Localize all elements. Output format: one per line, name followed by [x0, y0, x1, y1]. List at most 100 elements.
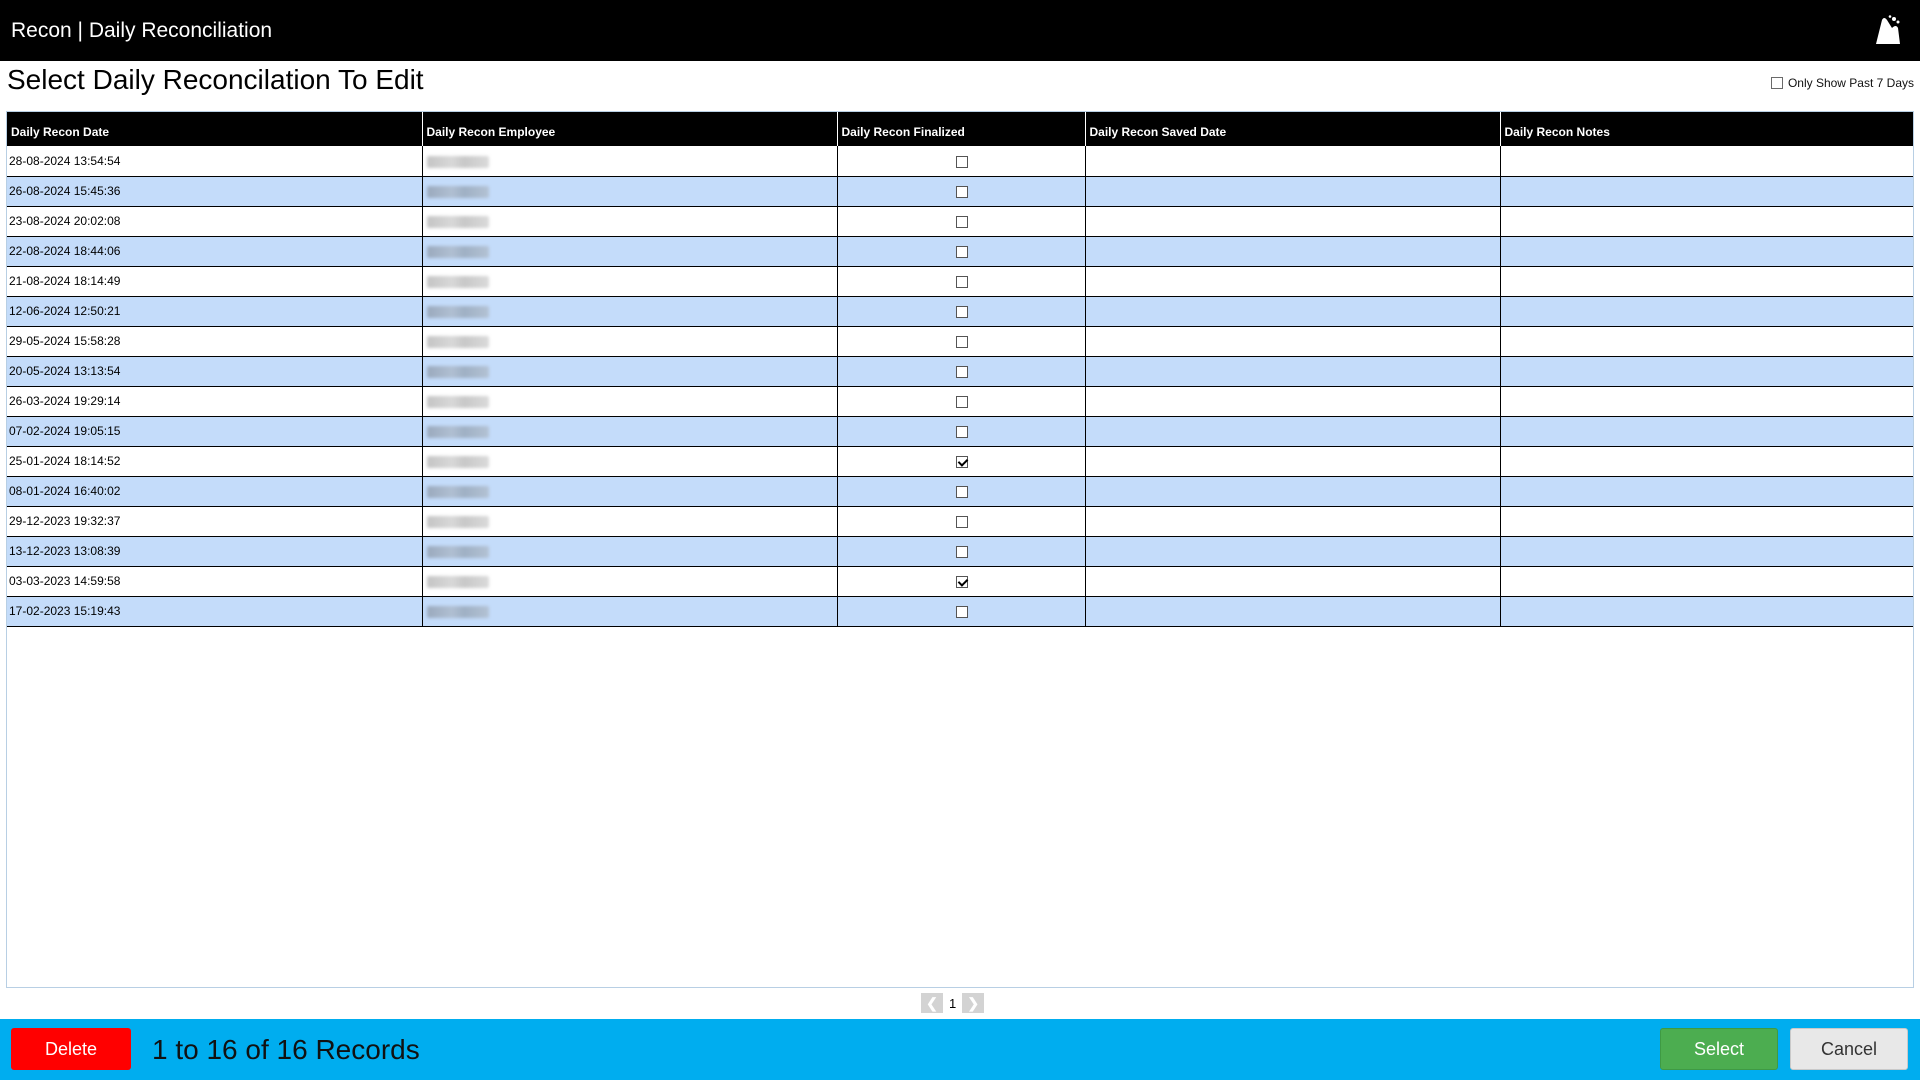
recon-employee-cell[interactable]	[422, 446, 838, 477]
table-row[interactable]: 23-08-2024 20:02:08	[7, 206, 1913, 237]
recon-employee-cell[interactable]	[422, 206, 838, 237]
recon-notes-cell[interactable]	[1500, 566, 1913, 597]
finalized-checkbox[interactable]	[956, 395, 968, 408]
finalized-checkbox[interactable]	[956, 425, 968, 438]
finalized-checkbox[interactable]	[956, 545, 968, 558]
finalized-checkbox[interactable]	[956, 185, 968, 198]
delete-button[interactable]: Delete	[11, 1028, 131, 1070]
recon-employee-cell[interactable]	[422, 266, 838, 297]
recon-saved-date-cell[interactable]	[1085, 416, 1501, 447]
recon-date-cell[interactable]: 20-05-2024 13:13:54	[7, 356, 423, 387]
finalized-checkbox[interactable]	[956, 605, 968, 618]
recon-finalized-cell[interactable]	[837, 236, 1086, 267]
table-row[interactable]: 26-03-2024 19:29:14	[7, 386, 1913, 417]
finalized-checkbox[interactable]	[956, 155, 968, 168]
chevron-left-icon[interactable]: ❮	[921, 993, 943, 1013]
recon-employee-cell[interactable]	[422, 146, 838, 177]
recon-date-cell[interactable]: 29-12-2023 19:32:37	[7, 506, 423, 537]
recon-notes-cell[interactable]	[1500, 476, 1913, 507]
recon-employee-cell[interactable]	[422, 596, 838, 627]
recon-notes-cell[interactable]	[1500, 536, 1913, 567]
recon-saved-date-cell[interactable]	[1085, 206, 1501, 237]
column-header[interactable]: Daily Recon Notes	[1500, 112, 1913, 146]
recon-date-cell[interactable]: 22-08-2024 18:44:06	[7, 236, 423, 267]
column-header[interactable]: Daily Recon Finalized	[837, 112, 1086, 146]
recon-date-cell[interactable]: 12-06-2024 12:50:21	[7, 296, 423, 327]
recon-employee-cell[interactable]	[422, 536, 838, 567]
recon-saved-date-cell[interactable]	[1085, 386, 1501, 417]
recon-finalized-cell[interactable]	[837, 146, 1086, 177]
recon-date-cell[interactable]: 21-08-2024 18:14:49	[7, 266, 423, 297]
recon-date-cell[interactable]: 07-02-2024 19:05:15	[7, 416, 423, 447]
chevron-right-icon[interactable]: ❯	[962, 993, 985, 1013]
cancel-button[interactable]: Cancel	[1790, 1028, 1908, 1070]
recon-employee-cell[interactable]	[422, 356, 838, 387]
recon-saved-date-cell[interactable]	[1085, 266, 1501, 297]
recon-date-cell[interactable]: 26-08-2024 15:45:36	[7, 176, 423, 207]
column-header[interactable]: Daily Recon Employee	[422, 112, 838, 146]
recon-notes-cell[interactable]	[1500, 506, 1913, 537]
recon-saved-date-cell[interactable]	[1085, 506, 1501, 537]
recon-finalized-cell[interactable]	[837, 206, 1086, 237]
recon-saved-date-cell[interactable]	[1085, 236, 1501, 267]
recon-date-cell[interactable]: 26-03-2024 19:29:14	[7, 386, 423, 417]
recon-date-cell[interactable]: 23-08-2024 20:02:08	[7, 206, 423, 237]
column-header[interactable]: Daily Recon Date	[7, 112, 423, 146]
recon-finalized-cell[interactable]	[837, 356, 1086, 387]
recon-notes-cell[interactable]	[1500, 386, 1913, 417]
recon-employee-cell[interactable]	[422, 506, 838, 537]
recon-finalized-cell[interactable]	[837, 446, 1086, 477]
past-7-days-filter[interactable]: Only Show Past 7 Days	[1770, 76, 1914, 90]
table-row[interactable]: 13-12-2023 13:08:39	[7, 536, 1913, 567]
recon-finalized-cell[interactable]	[837, 266, 1086, 297]
recon-finalized-cell[interactable]	[837, 416, 1086, 447]
page-number[interactable]: 1	[949, 996, 956, 1011]
finalized-checkbox[interactable]	[956, 515, 968, 528]
recon-saved-date-cell[interactable]	[1085, 296, 1501, 327]
recon-date-cell[interactable]: 25-01-2024 18:14:52	[7, 446, 423, 477]
finalized-checkbox[interactable]	[956, 455, 968, 468]
recon-notes-cell[interactable]	[1500, 176, 1913, 207]
recon-notes-cell[interactable]	[1500, 446, 1913, 477]
recon-notes-cell[interactable]	[1500, 266, 1913, 297]
recon-date-cell[interactable]: 13-12-2023 13:08:39	[7, 536, 423, 567]
recon-notes-cell[interactable]	[1500, 206, 1913, 237]
table-row[interactable]: 07-02-2024 19:05:15	[7, 416, 1913, 447]
recon-notes-cell[interactable]	[1500, 296, 1913, 327]
recon-date-cell[interactable]: 29-05-2024 15:58:28	[7, 326, 423, 357]
recon-employee-cell[interactable]	[422, 476, 838, 507]
table-row[interactable]: 26-08-2024 15:45:36	[7, 176, 1913, 207]
recon-finalized-cell[interactable]	[837, 476, 1086, 507]
recon-employee-cell[interactable]	[422, 236, 838, 267]
table-row[interactable]: 29-05-2024 15:58:28	[7, 326, 1913, 357]
recon-finalized-cell[interactable]	[837, 566, 1086, 597]
table-row[interactable]: 12-06-2024 12:50:21	[7, 296, 1913, 327]
recon-saved-date-cell[interactable]	[1085, 536, 1501, 567]
recon-finalized-cell[interactable]	[837, 176, 1086, 207]
recon-employee-cell[interactable]	[422, 326, 838, 357]
table-row[interactable]: 17-02-2023 15:19:43	[7, 596, 1913, 627]
recon-saved-date-cell[interactable]	[1085, 476, 1501, 507]
recon-finalized-cell[interactable]	[837, 326, 1086, 357]
recon-saved-date-cell[interactable]	[1085, 146, 1501, 177]
finalized-checkbox[interactable]	[956, 485, 968, 498]
recon-date-cell[interactable]: 28-08-2024 13:54:54	[7, 146, 423, 177]
finalized-checkbox[interactable]	[956, 365, 968, 378]
finalized-checkbox[interactable]	[956, 275, 968, 288]
recon-notes-cell[interactable]	[1500, 326, 1913, 357]
recon-finalized-cell[interactable]	[837, 536, 1086, 567]
recon-finalized-cell[interactable]	[837, 296, 1086, 327]
past-7-days-checkbox[interactable]	[1770, 77, 1783, 89]
recon-date-cell[interactable]: 17-02-2023 15:19:43	[7, 596, 423, 627]
recon-employee-cell[interactable]	[422, 296, 838, 327]
table-row[interactable]: 20-05-2024 13:13:54	[7, 356, 1913, 387]
recon-saved-date-cell[interactable]	[1085, 596, 1501, 627]
table-row[interactable]: 03-03-2023 14:59:58	[7, 566, 1913, 597]
recon-date-cell[interactable]: 03-03-2023 14:59:58	[7, 566, 423, 597]
table-row[interactable]: 08-01-2024 16:40:02	[7, 476, 1913, 507]
recon-saved-date-cell[interactable]	[1085, 566, 1501, 597]
table-row[interactable]: 22-08-2024 18:44:06	[7, 236, 1913, 267]
recon-notes-cell[interactable]	[1500, 596, 1913, 627]
recon-saved-date-cell[interactable]	[1085, 326, 1501, 357]
column-header[interactable]: Daily Recon Saved Date	[1085, 112, 1501, 146]
